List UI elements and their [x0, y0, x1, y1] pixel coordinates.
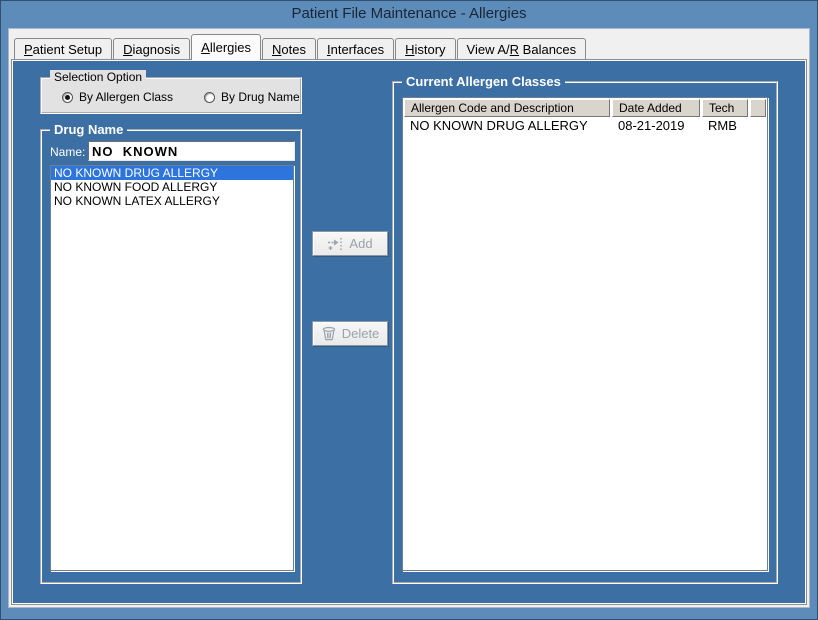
- dialog-body: Patient Setup Diagnosis Allergies Notes Inte…: [8, 28, 810, 608]
- add-icon: [328, 237, 343, 250]
- list-item[interactable]: NO KNOWN FOOD ALLERGY: [51, 180, 293, 194]
- radio-by-drug-name[interactable]: By Drug Name: [204, 90, 300, 104]
- current-allergen-classes-legend: Current Allergen Classes: [402, 74, 565, 89]
- add-button[interactable]: Add: [312, 231, 388, 256]
- allergen-grid-header: Allergen Code and Description Date Added T…: [403, 98, 767, 117]
- window-title: Patient File Maintenance - Allergies: [291, 5, 527, 22]
- delete-button-label: Delete: [341, 326, 380, 341]
- tab-history[interactable]: History: [395, 38, 456, 59]
- list-item[interactable]: NO KNOWN LATEX ALLERGY: [51, 194, 293, 208]
- table-row[interactable]: NO KNOWN DRUG ALLERGY 08-21-2019 RMB: [403, 117, 767, 135]
- add-button-label: Add: [349, 236, 373, 251]
- cell: NO KNOWN DRUG ALLERGY: [410, 118, 588, 133]
- drug-name-group: Drug Name Name: NO KNOWN DRUG ALLERGYNO …: [40, 122, 302, 584]
- delete-icon: [322, 326, 335, 341]
- cell: RMB: [708, 118, 737, 133]
- radio-label: By Allergen Class: [79, 90, 174, 104]
- tab-allergies[interactable]: Allergies: [191, 34, 262, 60]
- radio-circle-icon: [62, 91, 73, 103]
- column-header-date-added[interactable]: Date Added: [612, 99, 700, 117]
- app-window: Patient File Maintenance - Allergies Pat…: [0, 0, 818, 620]
- column-header-tech[interactable]: Tech: [702, 99, 748, 117]
- selection-option-legend: Selection Option: [50, 70, 147, 84]
- cell: 08-21-2019: [618, 118, 685, 133]
- name-input[interactable]: [88, 141, 295, 161]
- current-allergen-classes-group: Current Allergen Classes Allergen Code a…: [392, 74, 778, 584]
- selection-option-group: Selection Option By Allergen Class By Dru…: [40, 70, 302, 114]
- tab-view-a-r-balances[interactable]: View A/R Balances: [456, 38, 587, 59]
- tab-interfaces[interactable]: Interfaces: [316, 38, 395, 59]
- tab-patient-setup[interactable]: Patient Setup: [14, 38, 113, 59]
- column-header-allergen-code-and-description[interactable]: Allergen Code and Description: [404, 99, 610, 117]
- name-label: Name:: [50, 145, 86, 159]
- delete-button[interactable]: Delete: [312, 321, 388, 346]
- drug-name-legend: Drug Name: [50, 122, 128, 137]
- column-header-filler: [750, 99, 766, 117]
- tab-page-allergies: Selection Option By Allergen Class By Dru…: [11, 59, 807, 605]
- radio-label: By Drug Name: [221, 90, 300, 104]
- allergen-grid: Allergen Code and Description Date Added T…: [402, 97, 768, 571]
- tab-strip: Patient Setup Diagnosis Allergies Notes Inte…: [11, 31, 807, 60]
- radio-circle-icon: [204, 91, 215, 103]
- tab-notes[interactable]: Notes: [262, 38, 316, 59]
- list-item[interactable]: NO KNOWN DRUG ALLERGY: [51, 166, 293, 180]
- title-bar: Patient File Maintenance - Allergies: [1, 1, 817, 28]
- drug-name-listbox[interactable]: NO KNOWN DRUG ALLERGY NO KNOWN FOOD ALLER…: [50, 165, 294, 571]
- tab-diagnosis[interactable]: Diagnosis: [113, 38, 191, 59]
- allergen-grid-body: NO KNOWN DRUG ALLERGY 08-21-2019 RMB: [403, 117, 767, 135]
- radio-by-allergen-class[interactable]: By Allergen Class: [62, 90, 173, 104]
